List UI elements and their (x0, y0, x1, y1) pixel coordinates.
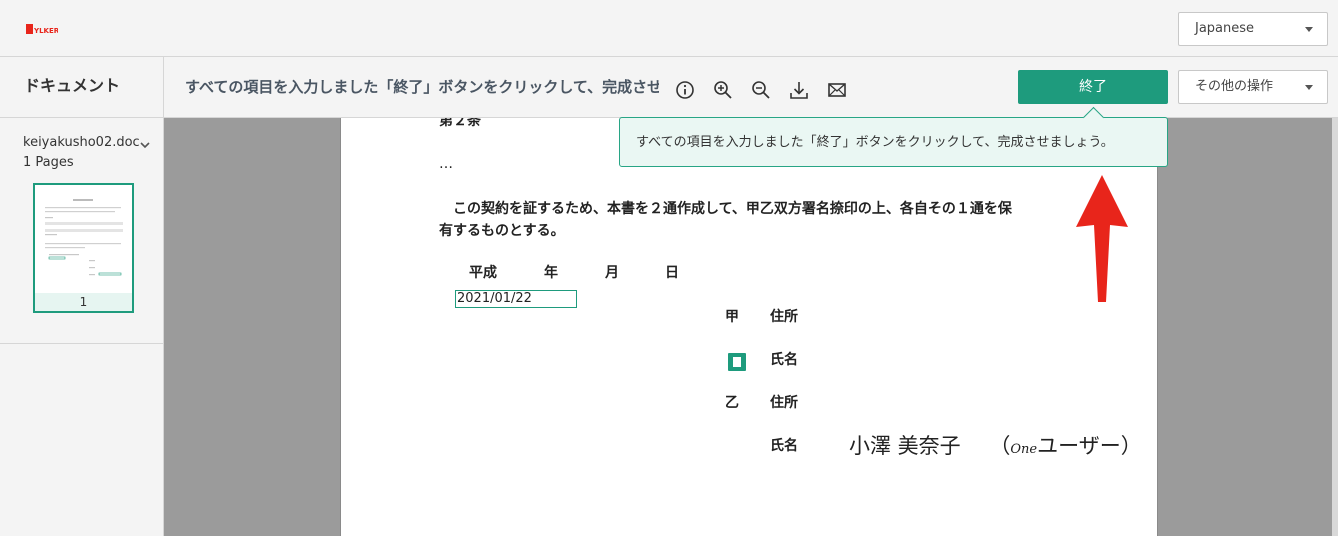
signer-suffix: ユーザー） (1037, 434, 1142, 458)
document-toolbar: ドキュメント すべての項目を入力しました「終了」ボタンをクリックして、完成させま… (0, 57, 1338, 118)
scrollbar[interactable] (1332, 118, 1338, 536)
documents-heading: ドキュメント (0, 57, 164, 118)
more-actions-label: その他の操作 (1195, 79, 1274, 94)
language-select[interactable]: Japanese (1178, 12, 1328, 46)
download-icon[interactable] (788, 79, 810, 101)
party-a-signature-field[interactable] (728, 353, 746, 371)
party-b-name-label: 氏名 (770, 438, 798, 454)
zoom-in-icon[interactable] (712, 79, 734, 101)
zylker-logo: YLKER (26, 21, 60, 39)
finish-tooltip: すべての項目を入力しました「終了」ボタンをクリックして、完成させましょう。 (619, 117, 1168, 167)
thumbnail-page-number: 1 (35, 293, 132, 311)
chevron-down-icon[interactable] (139, 136, 151, 149)
party-a-address-label: 住所 (770, 309, 798, 325)
document-viewer[interactable]: 第２条 … この契約を証するため、本書を２通作成して、甲乙双方署名捺印の上、各自… (164, 118, 1338, 536)
top-bar: YLKER Japanese (0, 0, 1338, 57)
finish-button[interactable]: 終了 (1018, 70, 1168, 104)
thumbnail-preview (37, 187, 130, 293)
file-name[interactable]: keiyakusho02.doc (23, 135, 140, 150)
paragraph-line-2: 有するものとする。 (439, 223, 565, 239)
paragraph-line-1: この契約を証するため、本書を２通作成して、甲乙双方署名捺印の上、各自その１通を保 (439, 201, 1012, 217)
year-label: 年 (544, 265, 558, 281)
chevron-down-icon (1305, 27, 1313, 32)
signer-name: 小澤 美奈子 （Oneユーザー） (849, 430, 1142, 460)
article-heading: 第２条 (439, 118, 481, 129)
signer-name-text: 小澤 美奈子 (849, 434, 961, 458)
page-thumbnail[interactable]: 1 (33, 183, 134, 313)
zoom-out-icon[interactable] (750, 79, 772, 101)
party-b-label: 乙 (725, 395, 739, 411)
document-sidebar: keiyakusho02.doc 1 Pages 1 (0, 118, 164, 536)
date-field[interactable]: 2021/01/22 (455, 290, 577, 308)
signer-script: One (1010, 442, 1038, 457)
signer-open-paren: （ (989, 434, 1011, 458)
language-value: Japanese (1195, 21, 1255, 36)
party-a-label: 甲 (725, 309, 739, 325)
instruction-text: すべての項目を入力しました「終了」ボタンをクリックして、完成させましょう。 (185, 78, 659, 96)
annotation-arrow-icon (1072, 175, 1132, 305)
chevron-down-icon (1305, 85, 1313, 90)
month-label: 月 (605, 265, 619, 281)
era-label: 平成 (469, 265, 497, 281)
svg-text:YLKER: YLKER (33, 27, 58, 35)
party-a-name-label: 氏名 (770, 352, 798, 368)
info-icon[interactable] (674, 79, 696, 101)
page-count: 1 Pages (23, 155, 74, 170)
document-page: 第２条 … この契約を証するため、本書を２通作成して、甲乙双方署名捺印の上、各自… (340, 118, 1158, 536)
sidebar-divider (0, 343, 163, 344)
ellipsis-text: … (439, 156, 453, 172)
more-actions-select[interactable]: その他の操作 (1178, 70, 1328, 104)
party-b-address-label: 住所 (770, 395, 798, 411)
day-label: 日 (665, 265, 679, 281)
mail-icon[interactable] (826, 79, 848, 101)
